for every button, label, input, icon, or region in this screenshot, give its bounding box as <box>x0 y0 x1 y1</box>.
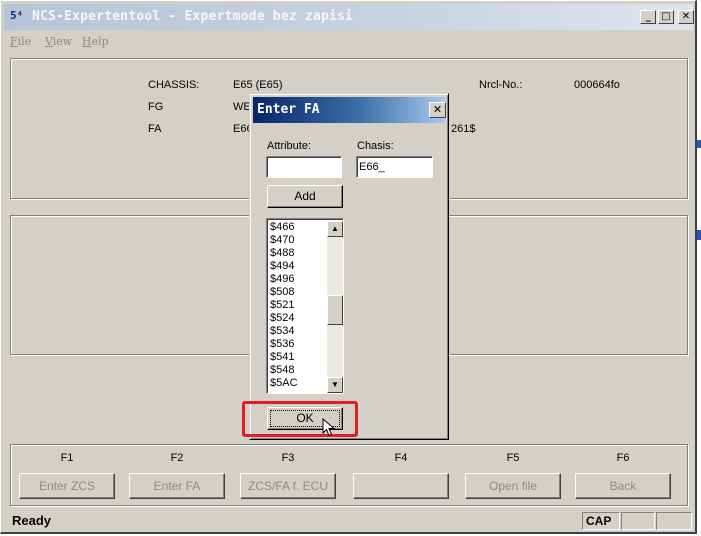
fa-code-items: $466 $470 $488 $494 $496 $508 $521 $524 … <box>270 221 326 390</box>
status-ready: Ready <box>12 513 52 528</box>
fkey-label-f5: F5 <box>506 452 520 464</box>
minimize-button[interactable]: _ <box>640 10 656 24</box>
ok-highlight-box <box>242 401 358 437</box>
fkey-label-f3: F3 <box>281 452 295 464</box>
fkey-label-f4: F4 <box>394 452 408 464</box>
chassis-input[interactable]: E66_ <box>356 156 433 178</box>
status-panel-scrl <box>656 512 692 530</box>
list-item[interactable]: $496 <box>270 273 326 286</box>
chassis-label-dialog: Chasis: <box>357 140 394 152</box>
scroll-down-button[interactable]: ▼ <box>327 377 343 393</box>
zcs-fa-from-ecu-button[interactable]: ZCS/FA f. ECU <box>240 473 336 499</box>
menu-help[interactable]: Help <box>82 35 109 48</box>
enter-fa-dialog: Enter FA ✕ Attribute: Chasis: E66_ Add $… <box>249 93 449 440</box>
title-bar[interactable]: 5⁴ NCS-Expertentool - Expertmode bez zap… <box>4 4 694 30</box>
list-item[interactable]: $541 <box>270 351 326 364</box>
menu-view[interactable]: View <box>45 35 72 48</box>
mouse-cursor-icon <box>322 418 336 437</box>
list-item[interactable]: $534 <box>270 325 326 338</box>
enter-zcs-button[interactable]: Enter ZCS <box>19 473 115 499</box>
fg-label: FG <box>148 101 164 113</box>
back-button[interactable]: Back <box>575 473 671 499</box>
list-item[interactable]: $536 <box>270 338 326 351</box>
status-panel-num <box>621 512 655 530</box>
list-item[interactable]: $5AC <box>270 377 326 390</box>
dialog-title: Enter FA <box>257 102 320 117</box>
desktop-fragment <box>697 140 701 148</box>
list-item[interactable]: $470 <box>270 234 326 247</box>
enter-fa-button[interactable]: Enter FA <box>129 473 225 499</box>
fa-label: FA <box>148 123 162 135</box>
fkey-label-f2: F2 <box>170 452 184 464</box>
status-bar: Ready CAP <box>4 510 693 532</box>
chassis-value: E65 (E65) <box>233 79 283 91</box>
scroll-up-button[interactable]: ▲ <box>327 221 343 237</box>
list-item[interactable]: $494 <box>270 260 326 273</box>
list-scrollbar[interactable]: ▲ ▼ <box>327 221 343 393</box>
window-title: NCS-Expertentool - Expertmode bez zapisi <box>32 9 354 24</box>
add-button[interactable]: Add <box>267 185 343 208</box>
list-item[interactable]: $521 <box>270 299 326 312</box>
dialog-title-bar[interactable]: Enter FA ✕ <box>253 97 446 123</box>
f4-button[interactable] <box>353 473 449 499</box>
list-item[interactable]: $488 <box>270 247 326 260</box>
app-icon: 5⁴ <box>10 9 24 22</box>
nrcl-value: 000664fo <box>574 79 620 91</box>
fkey-label-f6: F6 <box>616 452 630 464</box>
desktop-fragment <box>697 230 701 240</box>
list-item[interactable]: $466 <box>270 221 326 234</box>
status-cap: CAP <box>582 512 620 530</box>
nrcl-label: Nrcl-No.: <box>479 79 523 91</box>
attribute-input[interactable] <box>266 156 342 178</box>
scroll-thumb[interactable] <box>327 295 343 325</box>
menu-file[interactable]: File <box>10 35 31 48</box>
menu-bar: File View Help <box>4 32 693 52</box>
fa-value-tail: 261$ <box>451 123 476 135</box>
list-item[interactable]: $548 <box>270 364 326 377</box>
attribute-label: Attribute: <box>267 140 312 152</box>
close-button[interactable]: ✕ <box>678 10 694 24</box>
list-item[interactable]: $508 <box>270 286 326 299</box>
open-file-button[interactable]: Open file <box>465 473 561 499</box>
maximize-button[interactable]: □ <box>658 10 674 24</box>
chassis-label: CHASSIS: <box>148 79 200 91</box>
list-item[interactable]: $524 <box>270 312 326 325</box>
dialog-close-button[interactable]: ✕ <box>429 102 446 118</box>
fa-code-list[interactable]: $466 $470 $488 $494 $496 $508 $521 $524 … <box>266 218 344 394</box>
fkey-label-f1: F1 <box>60 452 74 464</box>
